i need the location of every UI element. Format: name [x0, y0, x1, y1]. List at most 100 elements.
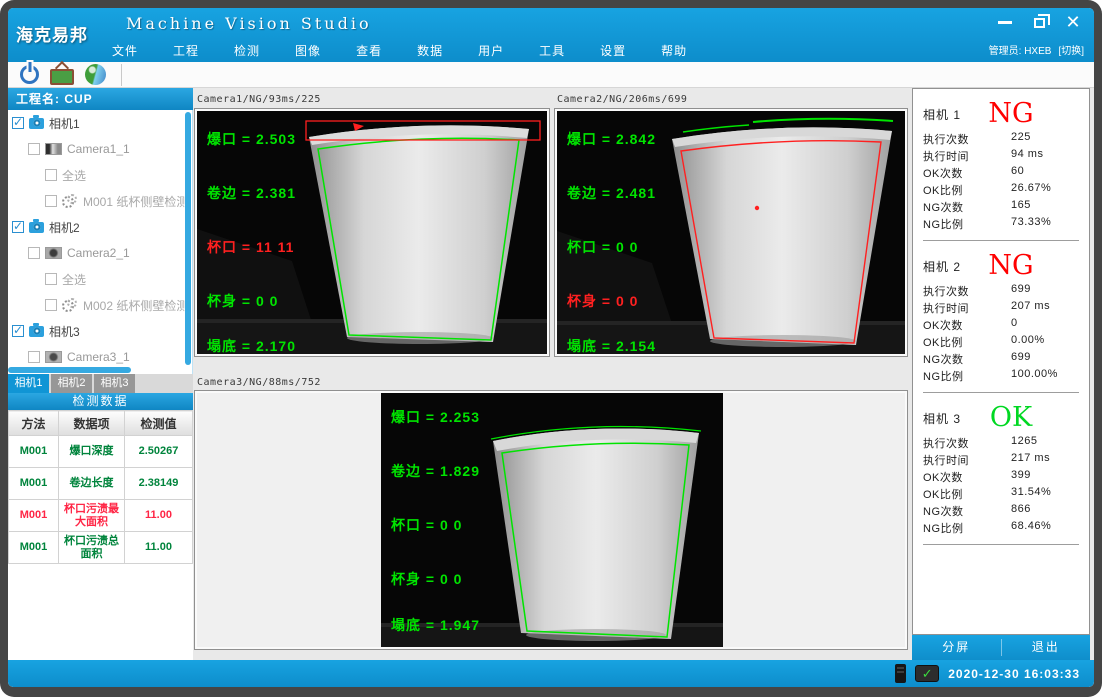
measurement-line: 爆口 = 2.253	[391, 407, 480, 427]
tree-label: M001 纸杯侧壁检测	[83, 193, 188, 210]
camera-stats-panel: 相机 1 NG 执行次数225 执行时间94 ms OK次数60 OK比例26.…	[912, 88, 1090, 635]
menu-item-user[interactable]: 用户	[478, 42, 504, 59]
camera3-checkbox[interactable]	[12, 325, 24, 337]
camera3-stats-title: 相机 3	[923, 410, 961, 427]
tree-vertical-scrollbar[interactable]	[185, 112, 191, 365]
tree-item-camera2-1[interactable]: Camera2_1	[8, 240, 192, 266]
camera3-result-badge: OK	[990, 403, 1032, 433]
camera-tabs: 相机1 相机2 相机3	[8, 374, 193, 393]
camera3-canvas: 爆口 = 2.253 卷边 = 1.829 杯口 = 0 0 杯身 = 0 0 …	[197, 393, 905, 647]
table-row[interactable]: M001 杯口污渍总面积 11.00	[9, 532, 193, 564]
menu-item-data[interactable]: 数据	[417, 42, 443, 59]
gear-icon	[62, 194, 78, 208]
measurement-line: 卷边 = 2.381	[207, 183, 296, 203]
measurement-line: 爆口 = 2.503	[207, 129, 296, 149]
menu-item-tools[interactable]: 工具	[539, 42, 565, 59]
camera2-checkbox[interactable]	[12, 221, 24, 233]
cell-item: 爆口深度	[59, 436, 125, 468]
tree-label: Camera1_1	[67, 142, 130, 156]
monitor-check-icon[interactable]	[915, 665, 939, 682]
menu-bar: 文件 工程 检测 图像 查看 数据 用户 工具 设置 帮助	[112, 42, 687, 59]
cell-item: 卷边长度	[59, 468, 125, 500]
tree-label: M002 纸杯侧壁检测	[83, 297, 188, 314]
switch-user-link[interactable]: [切换]	[1058, 42, 1084, 57]
restore-button[interactable]	[1028, 13, 1050, 31]
cell-item: 杯口污渍总面积	[59, 532, 125, 564]
camera1-header: Camera1/NG/93ms/225	[197, 94, 321, 105]
table-header-row: 方法 数据项 检测值	[9, 411, 193, 436]
divider	[923, 240, 1079, 241]
measurement-line: 杯口 = 0 0	[567, 237, 638, 257]
project-name-header: 工程名: CUP	[8, 88, 193, 110]
stat-row: OK比例0.00%	[923, 334, 1081, 351]
select-all-checkbox[interactable]	[45, 273, 57, 285]
cell-value: 2.38149	[125, 468, 193, 500]
divider	[923, 544, 1079, 545]
tree-item-camera1-1[interactable]: Camera1_1	[8, 136, 192, 162]
stat-row: 执行次数699	[923, 283, 1081, 300]
select-all-checkbox[interactable]	[45, 169, 57, 181]
camera2-1-checkbox[interactable]	[28, 247, 40, 259]
col-method: 方法	[9, 411, 59, 436]
camera1-image: 爆口 = 2.503 卷边 = 2.381 杯口 = 11 11 杯身 = 0 …	[197, 111, 547, 354]
tab-camera1[interactable]: 相机1	[8, 374, 49, 393]
measurement-line: 塌底 = 1.947	[391, 615, 480, 635]
stat-row: 执行时间217 ms	[923, 452, 1081, 469]
camera-icon	[29, 222, 44, 233]
window-frame: 海克易邦 Machine Vision Studio ✕ 文件 工程 检测 图像…	[0, 0, 1102, 697]
table-row[interactable]: M001 杯口污渍最大面积 11.00	[9, 500, 193, 532]
stat-row: NG比例68.46%	[923, 520, 1081, 537]
camera1-checkbox[interactable]	[12, 117, 24, 129]
project-tree: 相机1 Camera1_1 全选 M001 纸杯侧壁检测 相机2	[8, 110, 193, 374]
tree-item-camera1[interactable]: 相机1	[8, 110, 192, 136]
stat-row: NG次数165	[923, 199, 1081, 216]
tree-item-select-all-2[interactable]: 全选	[8, 266, 192, 292]
menu-item-help[interactable]: 帮助	[661, 42, 687, 59]
camera1-1-checkbox[interactable]	[28, 143, 40, 155]
sign-board-icon[interactable]	[50, 69, 74, 85]
power-icon[interactable]	[20, 65, 39, 84]
menu-item-project[interactable]: 工程	[173, 42, 199, 59]
menu-item-view[interactable]: 查看	[356, 42, 382, 59]
camera3-view: 爆口 = 2.253 卷边 = 1.829 杯口 = 0 0 杯身 = 0 0 …	[194, 390, 908, 650]
tree-item-camera2[interactable]: 相机2	[8, 214, 192, 240]
tree-item-select-all-1[interactable]: 全选	[8, 162, 192, 188]
tab-camera2[interactable]: 相机2	[51, 374, 92, 393]
camera3-1-checkbox[interactable]	[28, 351, 40, 363]
app-logo: 海克易邦	[16, 21, 88, 46]
camera1-stats-title: 相机 1	[923, 106, 961, 123]
camera1-stats: 相机 1 NG 执行次数225 执行时间94 ms OK次数60 OK比例26.…	[923, 97, 1081, 241]
tab-camera3[interactable]: 相机3	[94, 374, 135, 393]
close-button[interactable]: ✕	[1062, 13, 1084, 31]
image-thumbnail-icon	[45, 143, 62, 155]
menu-item-settings[interactable]: 设置	[600, 42, 626, 59]
menu-item-inspect[interactable]: 检测	[234, 42, 260, 59]
split-screen-button[interactable]: 分屏	[912, 635, 1001, 660]
m002-checkbox[interactable]	[45, 299, 57, 311]
measurement-line: 杯身 = 0 0	[391, 569, 462, 589]
tree-item-m001[interactable]: M001 纸杯侧壁检测	[8, 188, 192, 214]
exit-button[interactable]: 退出	[1002, 635, 1091, 660]
sphere-icon[interactable]	[85, 64, 106, 85]
status-bar: 2020-12-30 16:03:33	[8, 660, 1094, 687]
m001-checkbox[interactable]	[45, 195, 57, 207]
minimize-icon	[998, 21, 1012, 24]
table-row[interactable]: M001 爆口深度 2.50267	[9, 436, 193, 468]
measurement-line: 爆口 = 2.842	[567, 129, 656, 149]
stat-row: 执行次数225	[923, 131, 1081, 148]
stat-row: NG比例73.33%	[923, 216, 1081, 233]
menu-item-image[interactable]: 图像	[295, 42, 321, 59]
tree-horizontal-scrollbar[interactable]	[8, 367, 131, 373]
col-item: 数据项	[59, 411, 125, 436]
camera2-image: 爆口 = 2.842 卷边 = 2.481 杯口 = 0 0 杯身 = 0 0 …	[557, 111, 905, 354]
camera2-stats-title: 相机 2	[923, 258, 961, 275]
tree-item-m002[interactable]: M002 纸杯侧壁检测	[8, 292, 192, 318]
tree-item-camera3[interactable]: 相机3	[8, 318, 192, 344]
stat-row: NG比例100.00%	[923, 368, 1081, 385]
minimize-button[interactable]	[994, 13, 1016, 31]
menu-item-file[interactable]: 文件	[112, 42, 138, 59]
toolbar-separator	[121, 64, 122, 86]
table-row[interactable]: M001 卷边长度 2.38149	[9, 468, 193, 500]
image-thumbnail-icon	[45, 247, 62, 259]
tree-label: 相机3	[49, 323, 80, 340]
